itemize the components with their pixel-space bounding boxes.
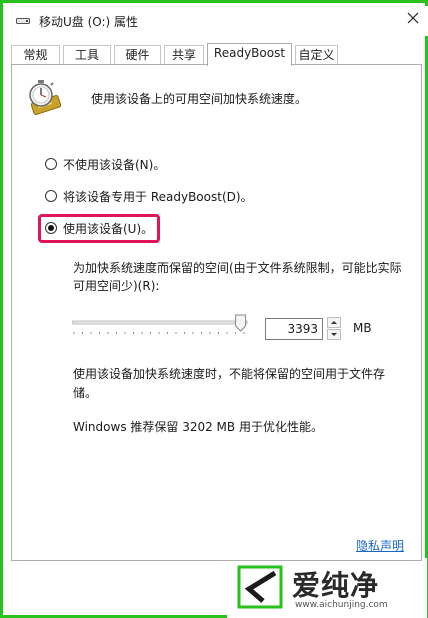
tab-customize[interactable]: 自定义 xyxy=(295,45,338,65)
radio-button[interactable] xyxy=(45,158,57,170)
slider-thumb[interactable] xyxy=(235,314,247,332)
tab-tools[interactable]: 工具 xyxy=(63,45,111,65)
radio-button[interactable] xyxy=(45,190,57,202)
tab-general[interactable]: 常规 xyxy=(11,45,60,65)
slider-ticks xyxy=(73,332,245,334)
title-bar: 移动U盘 (O:) 属性 xyxy=(6,6,428,36)
reserve-space-input[interactable]: 3393 xyxy=(265,318,323,340)
window-title: 移动U盘 (O:) 属性 xyxy=(39,15,139,29)
readyboost-stopwatch-icon xyxy=(29,80,62,115)
tab-hardware[interactable]: 硬件 xyxy=(114,45,161,65)
watermark-url: www.aichunjing.com xyxy=(295,600,388,610)
reserve-space-slider[interactable] xyxy=(72,313,252,343)
close-icon[interactable] xyxy=(402,7,424,29)
radio-button-checked[interactable] xyxy=(45,222,57,234)
window-frame: 移动U盘 (O:) 属性 常规 工具 硬件 共享 ReadyBoost 自定义 … xyxy=(0,0,428,618)
tab-strip: 常规 工具 硬件 共享 ReadyBoost 自定义 xyxy=(11,43,421,66)
reserve-space-label: 为加快系统速度而保留的空间(由于文件系统限制，可能比实际可用空间少)(R): xyxy=(73,261,402,293)
radio-do-not-use[interactable]: 不使用该设备(N)。 xyxy=(45,155,165,173)
watermark: 爱纯净 www.aichunjing.com xyxy=(227,558,427,618)
watermark-logo-icon xyxy=(237,565,283,609)
radio-dedicate[interactable]: 将该设备专用于 ReadyBoost(D)。 xyxy=(45,187,253,205)
spin-down-icon[interactable] xyxy=(327,329,341,340)
recommendation-text: Windows 推荐保留 3202 MB 用于优化性能。 xyxy=(73,420,323,434)
reserve-space-unit: MB xyxy=(353,321,372,335)
watermark-brand: 爱纯净 xyxy=(292,569,380,602)
tab-readyboost[interactable]: ReadyBoost xyxy=(207,43,292,66)
privacy-statement-link[interactable]: 隐私声明 xyxy=(356,537,404,554)
drive-icon xyxy=(16,18,30,24)
radio-label: 使用该设备(U)。 xyxy=(63,221,154,236)
spin-up-icon[interactable] xyxy=(327,317,341,328)
tab-sharing[interactable]: 共享 xyxy=(164,45,204,65)
intro-text: 使用该设备上的可用空间加快系统速度。 xyxy=(91,92,308,106)
radio-label: 将该设备专用于 ReadyBoost(D)。 xyxy=(63,189,253,204)
radio-label: 不使用该设备(N)。 xyxy=(63,157,166,172)
radio-use-device[interactable]: 使用该设备(U)。 xyxy=(45,219,153,237)
readyboost-panel: 使用该设备上的可用空间加快系统速度。 不使用该设备(N)。 将该设备专用于 Re… xyxy=(11,64,422,561)
warning-text: 使用该设备加快系统速度时，不能将保留的空间用于文件存储。 xyxy=(73,367,386,400)
